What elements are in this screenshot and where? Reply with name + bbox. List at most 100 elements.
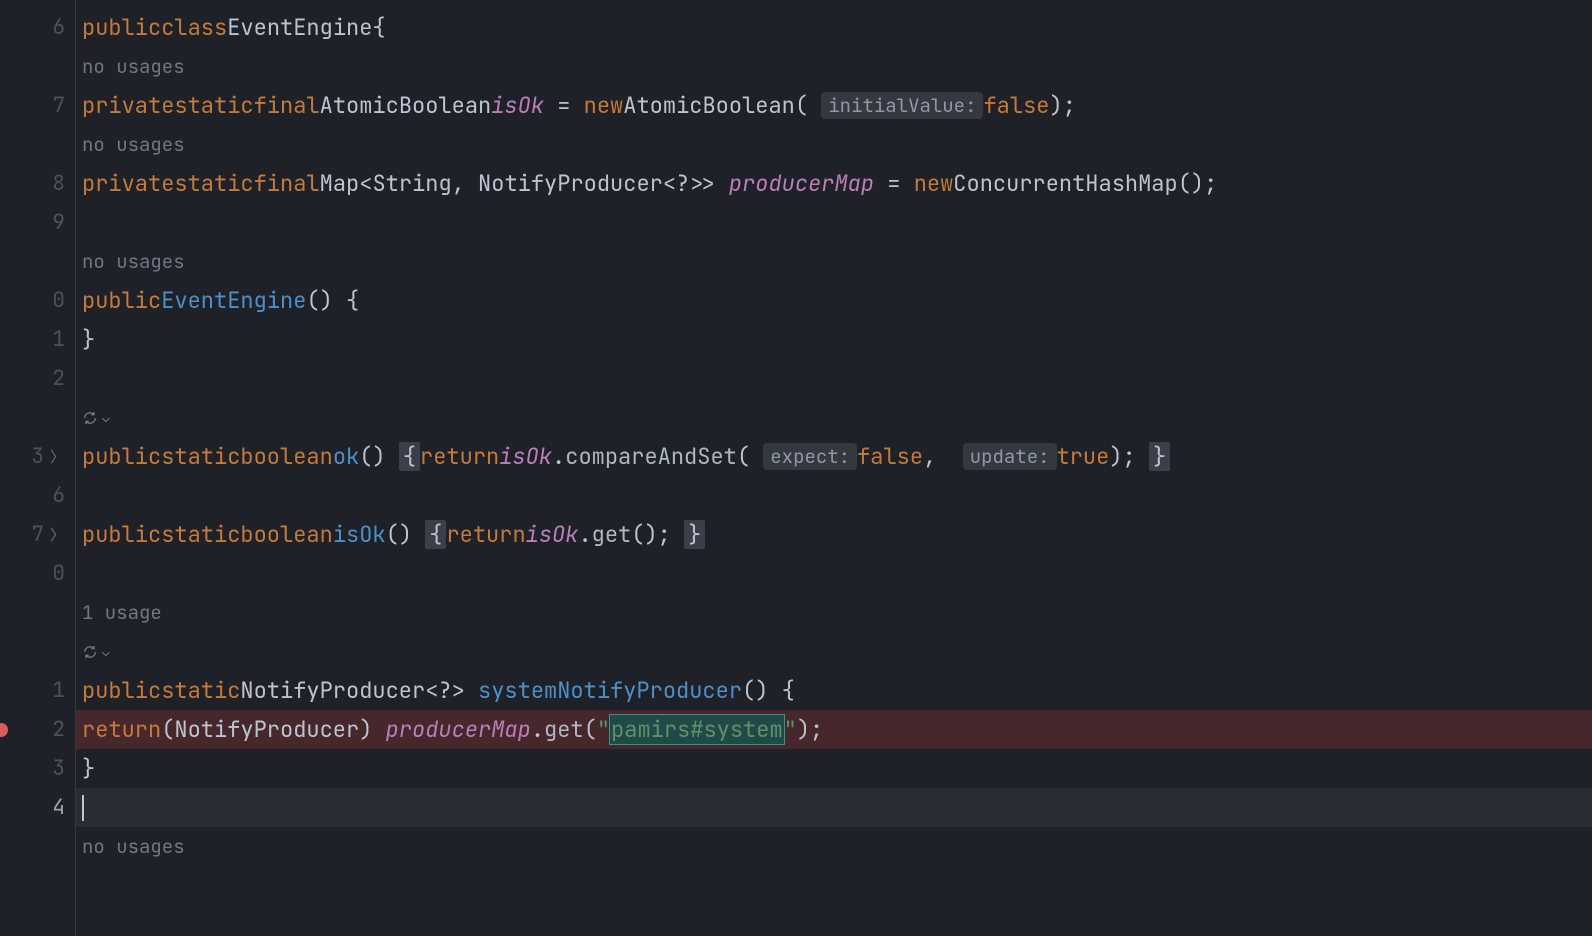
code-line[interactable]: public static boolean isOk() { return is…	[76, 515, 1592, 554]
code-line[interactable]: }	[76, 320, 1592, 359]
gutter-line[interactable]	[0, 398, 75, 437]
gutter-line[interactable]: 0	[0, 554, 75, 593]
paren: (	[161, 715, 174, 744]
code-line[interactable]: private static final Map<String, NotifyP…	[76, 164, 1592, 203]
gutter-line[interactable]: 7	[0, 86, 75, 125]
code-line[interactable]	[76, 359, 1592, 398]
code-line[interactable]: public class EventEngine {	[76, 8, 1592, 47]
line-number: 3	[31, 443, 44, 470]
override-icon[interactable]: ⌄	[82, 409, 110, 426]
hint-text: no usages	[82, 834, 185, 859]
gutter-line[interactable]	[0, 242, 75, 281]
code-line[interactable]	[76, 203, 1592, 242]
usage-hint[interactable]: 1 usage	[76, 593, 1592, 632]
paren: ();	[631, 520, 684, 549]
code-line[interactable]: private static final AtomicBoolean isOk …	[76, 86, 1592, 125]
usage-hint[interactable]: no usages	[76, 125, 1592, 164]
keyword: final	[254, 169, 320, 198]
gutter-line[interactable]	[0, 593, 75, 632]
method-call: get	[544, 715, 584, 744]
folded-brace[interactable]: }	[684, 520, 705, 549]
gutter-icon-row[interactable]: ⌄	[76, 632, 1592, 671]
line-number: 1	[52, 677, 65, 704]
type: NotifyProducer	[478, 169, 663, 198]
gutter-line[interactable]: 3〉	[0, 437, 75, 476]
paren: ()	[386, 520, 426, 549]
code-line[interactable]: public static boolean ok() { return isOk…	[76, 437, 1592, 476]
code-line-current[interactable]	[76, 788, 1592, 827]
code-line[interactable]: public static NotifyProducer<?> systemNo…	[76, 671, 1592, 710]
gutter-icon-row[interactable]: ⌄	[76, 398, 1592, 437]
text-caret	[82, 795, 84, 821]
fold-toggle-icon[interactable]: 〉	[50, 524, 65, 545]
breakpoint-icon[interactable]	[0, 723, 8, 737]
method-call: get	[592, 520, 632, 549]
paren: )	[359, 715, 385, 744]
keyword: public	[82, 13, 161, 42]
keyword: private	[82, 169, 174, 198]
code-line[interactable]: }	[76, 749, 1592, 788]
generic: <?>	[425, 676, 478, 705]
gutter-line[interactable]	[0, 47, 75, 86]
method-name: ok	[333, 442, 359, 471]
keyword: boolean	[240, 442, 332, 471]
gutter-line[interactable]: 1	[0, 671, 75, 710]
code-line[interactable]	[76, 476, 1592, 515]
field: producerMap	[729, 169, 874, 198]
type: String	[372, 169, 451, 198]
gutter-line[interactable]: 2	[0, 710, 75, 749]
keyword: static	[161, 442, 240, 471]
line-number: 7	[31, 521, 44, 548]
code-line[interactable]: public EventEngine() {	[76, 281, 1592, 320]
gutter-line[interactable]	[0, 632, 75, 671]
code-area[interactable]: public class EventEngine { no usages pri…	[76, 0, 1592, 936]
gutter-line[interactable]: 6	[0, 8, 75, 47]
brace: }	[82, 325, 95, 354]
gutter-line[interactable]: 7〉	[0, 515, 75, 554]
override-icon[interactable]: ⌄	[82, 643, 110, 660]
gutter-line[interactable]: 4	[0, 788, 75, 827]
line-number: 9	[52, 209, 65, 236]
gutter-line[interactable]	[0, 125, 75, 164]
class-name: EventEngine	[227, 13, 372, 42]
paren: () {	[742, 676, 795, 705]
gutter-line[interactable]: 2	[0, 359, 75, 398]
dot: .	[552, 442, 565, 471]
dot: .	[578, 520, 591, 549]
gutter-line[interactable]	[0, 827, 75, 866]
gutter-line[interactable]: 8	[0, 164, 75, 203]
fold-toggle-icon[interactable]: 〉	[50, 446, 65, 467]
comma: ,	[923, 442, 963, 471]
folded-brace[interactable]: {	[425, 520, 446, 549]
keyword: class	[161, 13, 227, 42]
gutter[interactable]: 6 7 8 9 0 1 2 3〉 6 7〉 0 1 2 3 4	[0, 0, 76, 936]
gutter-line[interactable]: 3	[0, 749, 75, 788]
usage-hint[interactable]: no usages	[76, 47, 1592, 86]
code-line[interactable]	[76, 554, 1592, 593]
folded-brace[interactable]: {	[399, 442, 420, 471]
brace: {	[372, 13, 385, 42]
generic: <	[359, 169, 372, 198]
keyword: false	[857, 442, 923, 471]
method-call: compareAndSet	[565, 442, 737, 471]
string-selection[interactable]: pamirs#system	[610, 715, 784, 744]
paren: ();	[1178, 169, 1218, 198]
gutter-line[interactable]: 9	[0, 203, 75, 242]
type: Map	[320, 169, 360, 198]
gutter-line[interactable]: 6	[0, 476, 75, 515]
line-number: 1	[52, 326, 65, 353]
folded-brace[interactable]: }	[1149, 442, 1170, 471]
line-number: 8	[52, 170, 65, 197]
code-line[interactable]: return (NotifyProducer) producerMap.get(…	[76, 710, 1592, 749]
field: producerMap	[386, 715, 531, 744]
operator: =	[874, 169, 914, 198]
code-editor[interactable]: 6 7 8 9 0 1 2 3〉 6 7〉 0 1 2 3 4 public c…	[0, 0, 1592, 936]
usage-hint[interactable]: no usages	[76, 242, 1592, 281]
usage-hint[interactable]: no usages	[76, 827, 1592, 866]
param-hint: initialValue:	[821, 92, 983, 119]
gutter-line[interactable]: 1	[0, 320, 75, 359]
keyword: return	[446, 520, 525, 549]
line-number: 0	[52, 287, 65, 314]
gutter-line[interactable]: 0	[0, 281, 75, 320]
keyword: boolean	[240, 520, 332, 549]
